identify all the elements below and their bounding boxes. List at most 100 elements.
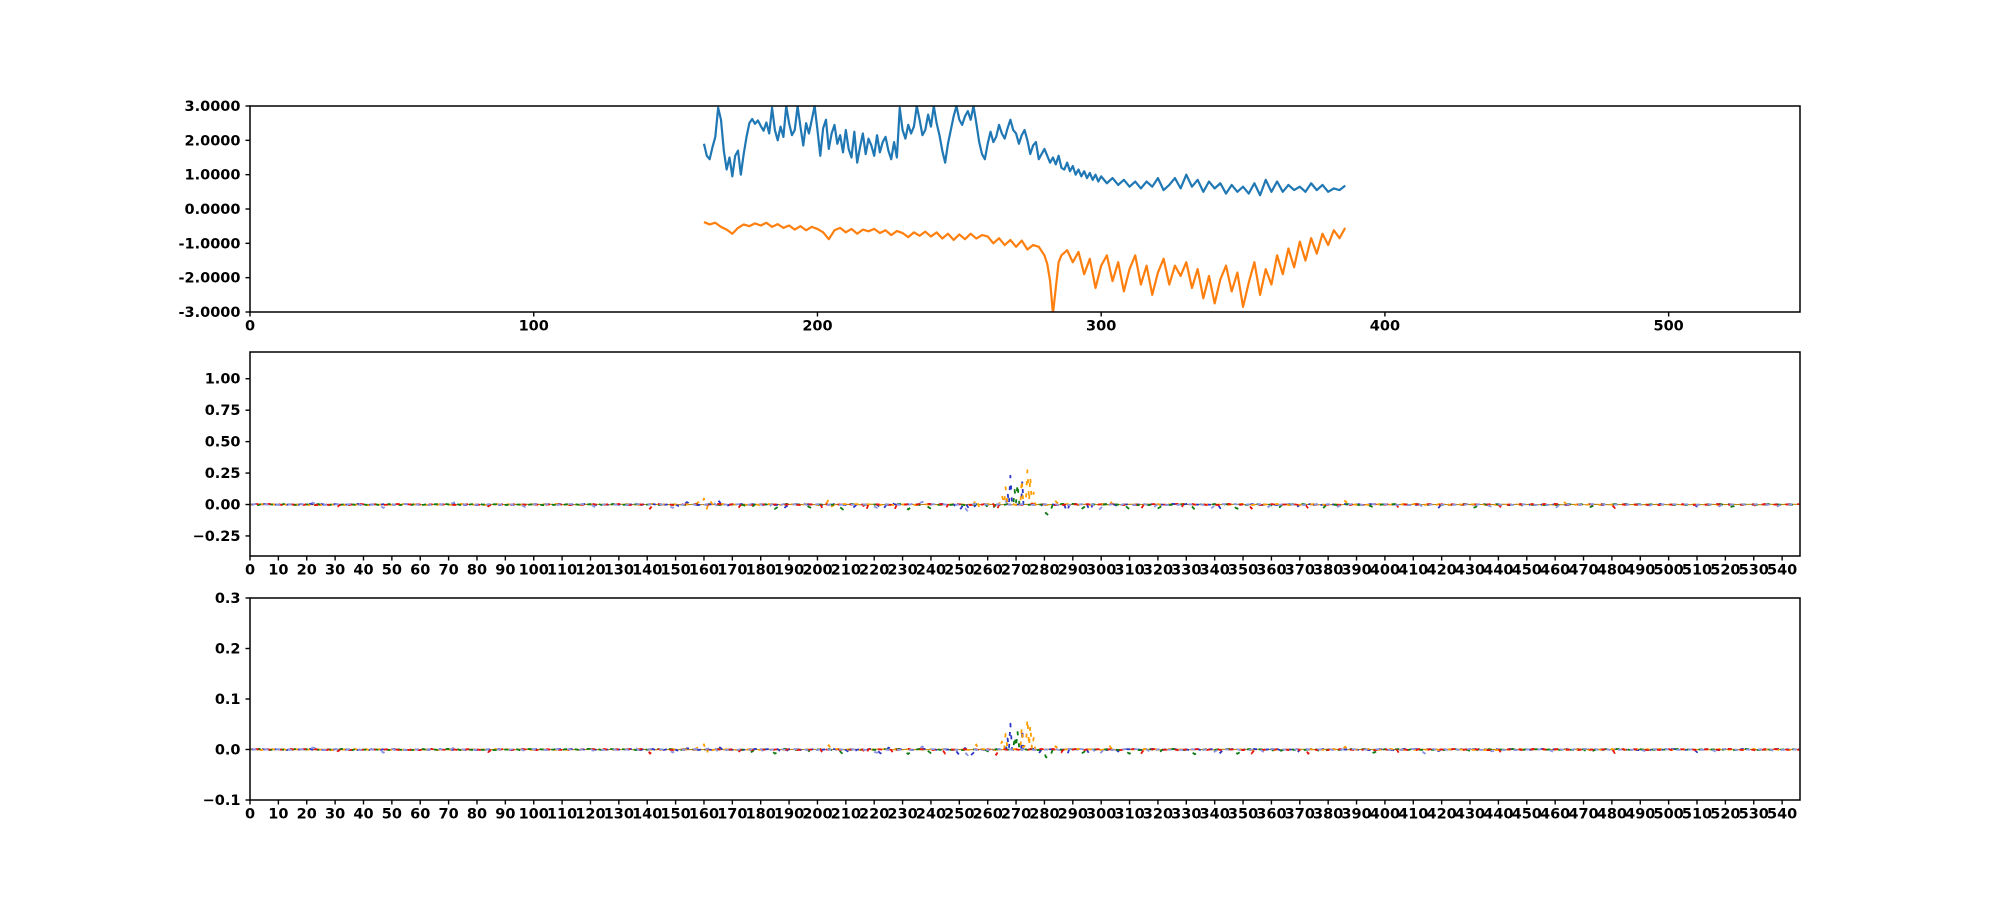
y-tick-label: 0.2 xyxy=(215,642,241,658)
axes-frame-middle xyxy=(249,351,1801,557)
x-tick-label: 210 xyxy=(831,807,861,823)
series-grad-green xyxy=(250,483,1800,517)
x-tick-label: 10 xyxy=(268,807,288,823)
x-tick-label: 500 xyxy=(1653,563,1683,579)
x-tick-label: 260 xyxy=(973,807,1003,823)
y-tick-label: 0.00 xyxy=(205,498,241,514)
y-axis-top: 3.0000 2.0000 1.0000 0.0000 -1.0000 -2.0000 -3… xyxy=(179,99,250,321)
x-tick-label: 520 xyxy=(1710,807,1740,823)
x-tick-label: 260 xyxy=(973,563,1003,579)
x-tick-label: 340 xyxy=(1200,563,1230,579)
x-tick-label: 400 xyxy=(1370,563,1400,579)
x-tick-label: 20 xyxy=(297,807,317,823)
x-tick-label: 430 xyxy=(1455,563,1485,579)
x-tick-label: 230 xyxy=(887,563,917,579)
x-tick-label: 490 xyxy=(1625,563,1655,579)
y-tick-label: −0.25 xyxy=(193,529,241,545)
x-tick-label: 410 xyxy=(1398,563,1428,579)
x-tick-label: 130 xyxy=(604,807,634,823)
y-tick-label: 0.0000 xyxy=(185,202,241,218)
x-tick-label: 390 xyxy=(1341,563,1371,579)
x-tick-label: 500 xyxy=(1653,807,1683,823)
x-tick-label: 0 xyxy=(245,319,255,335)
axes-frame-top xyxy=(249,105,1801,313)
y-axis-middle: 1.00 0.75 0.50 0.25 0.00 −0.25 xyxy=(193,372,250,545)
x-tick-label: 290 xyxy=(1058,807,1088,823)
x-tick-label: 470 xyxy=(1568,563,1598,579)
x-tick-label: 350 xyxy=(1228,563,1258,579)
x-tick-label: 540 xyxy=(1767,807,1797,823)
x-tick-label: 80 xyxy=(467,807,487,823)
x-tick-label: 450 xyxy=(1512,807,1542,823)
x-tick-label: 80 xyxy=(467,563,487,579)
x-tick-label: 370 xyxy=(1285,563,1315,579)
x-tick-label: 380 xyxy=(1313,563,1343,579)
x-tick-label: 0 xyxy=(245,563,255,579)
y-tick-label: 1.00 xyxy=(205,372,241,388)
x-tick-label: 90 xyxy=(495,563,515,579)
x-tick-label: 390 xyxy=(1341,807,1371,823)
x-axis-top: 0 100 200 300 400 500 xyxy=(245,312,1684,335)
y-tick-label: 3.0000 xyxy=(185,99,241,115)
x-tick-label: 460 xyxy=(1540,563,1570,579)
y-tick-label: 0.3 xyxy=(215,591,241,607)
x-tick-label: 320 xyxy=(1143,563,1173,579)
y-tick-label: 1.0000 xyxy=(185,168,241,184)
x-tick-label: 460 xyxy=(1540,807,1570,823)
x-tick-label: 110 xyxy=(547,807,577,823)
x-tick-label: 20 xyxy=(297,563,317,579)
x-tick-label: 400 xyxy=(1370,807,1400,823)
x-tick-label: 100 xyxy=(519,807,549,823)
x-tick-label: 410 xyxy=(1398,807,1428,823)
subplot-bottom: 0 10 20 30 40 50 60 70 80 90 100110120130140150160… xyxy=(203,591,1801,823)
x-tick-label: 280 xyxy=(1029,807,1059,823)
x-tick-label: 170 xyxy=(717,807,747,823)
x-tick-label: 10 xyxy=(268,563,288,579)
y-tick-label: -3.0000 xyxy=(179,305,241,321)
x-tick-label: 40 xyxy=(353,563,373,579)
x-tick-label: 180 xyxy=(746,807,776,823)
x-tick-label: 60 xyxy=(410,807,430,823)
x-tick-label: 270 xyxy=(1001,807,1031,823)
x-tick-label: 540 xyxy=(1767,563,1797,579)
x-tick-label: 450 xyxy=(1512,563,1542,579)
x-tick-label: 300 xyxy=(1086,319,1116,335)
x-tick-label: 100 xyxy=(519,563,549,579)
x-tick-label: 420 xyxy=(1427,807,1457,823)
y-tick-label: −0.1 xyxy=(203,793,241,809)
x-tick-label: 190 xyxy=(774,807,804,823)
x-tick-label: 330 xyxy=(1171,563,1201,579)
x-tick-label: 150 xyxy=(660,807,690,823)
x-tick-label: 180 xyxy=(746,563,776,579)
x-tick-label: 70 xyxy=(439,563,459,579)
y-tick-label: 0.75 xyxy=(205,403,241,419)
x-tick-label: 120 xyxy=(575,563,605,579)
x-tick-label: 110 xyxy=(547,563,577,579)
x-tick-label: 210 xyxy=(831,563,861,579)
x-tick-label: 160 xyxy=(689,807,719,823)
x-tick-label: 320 xyxy=(1143,807,1173,823)
x-tick-label: 40 xyxy=(353,807,373,823)
x-tick-label: 290 xyxy=(1058,563,1088,579)
x-tick-label: 510 xyxy=(1682,807,1712,823)
x-tick-label: 0 xyxy=(245,807,255,823)
y-tick-label: -1.0000 xyxy=(179,236,241,252)
x-tick-label: 310 xyxy=(1114,807,1144,823)
x-tick-label: 330 xyxy=(1171,807,1201,823)
x-tick-label: 300 xyxy=(1086,807,1116,823)
x-tick-label: 280 xyxy=(1029,563,1059,579)
x-tick-label: 220 xyxy=(859,563,889,579)
y-tick-label: 0.0 xyxy=(215,743,241,759)
x-tick-label: 240 xyxy=(916,563,946,579)
y-tick-label: 0.1 xyxy=(215,692,241,708)
plot-area-top xyxy=(702,106,1347,312)
x-tick-label: 200 xyxy=(802,563,832,579)
x-tick-label: 380 xyxy=(1313,807,1343,823)
x-tick-label: 440 xyxy=(1483,807,1513,823)
x-tick-label: 510 xyxy=(1682,563,1712,579)
x-tick-label: 230 xyxy=(887,807,917,823)
x-tick-label: 470 xyxy=(1568,807,1598,823)
x-tick-label: 140 xyxy=(632,807,662,823)
x-tick-label: 480 xyxy=(1597,563,1627,579)
x-tick-label: 190 xyxy=(774,563,804,579)
